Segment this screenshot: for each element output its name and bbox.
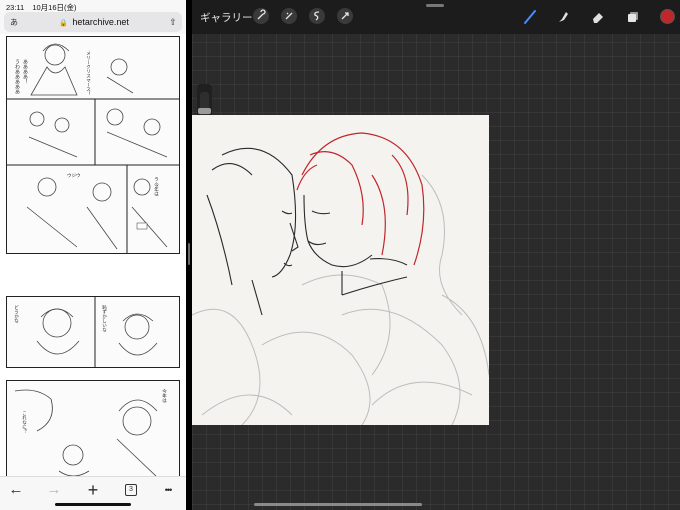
wrench-icon[interactable]: [253, 8, 269, 24]
manga-page-3: これなに？ 今年は: [6, 380, 180, 476]
gallery-button[interactable]: ギャラリー: [200, 10, 253, 25]
status-bar: 23:11 10月16日(金): [0, 0, 186, 12]
color-picker-button[interactable]: [660, 9, 675, 24]
eraser-icon[interactable]: [590, 9, 606, 25]
status-time: 23:11: [6, 3, 25, 12]
multitask-grabber[interactable]: [426, 4, 444, 7]
selection-icon[interactable]: [309, 8, 325, 24]
flag-icon: [136, 222, 148, 230]
manga-page2-caption-1: どうかな: [14, 304, 20, 324]
status-date: 10月16日(金): [32, 3, 77, 12]
home-indicator-right: [254, 503, 422, 506]
manga-page-1: うわあああああ ああああ！ メリークリスマース！ ラ 今年は ウジウ: [6, 36, 180, 254]
new-tab-icon[interactable]: +: [83, 481, 103, 499]
layers-icon[interactable]: [625, 9, 641, 25]
manga-exclaim-1: うわあああああ: [14, 59, 20, 94]
url-label: hetarchive.net: [72, 17, 129, 27]
manga-page-2: どうかな 恥ずかしいな: [6, 296, 180, 368]
manga-sfx: ウジウ: [67, 172, 81, 178]
split-view-handle[interactable]: [188, 243, 190, 265]
sketch-artwork: [192, 132, 489, 425]
drawing-canvas[interactable]: [192, 115, 489, 425]
magic-wand-icon[interactable]: [281, 8, 297, 24]
safari-pane: 23:11 10月16日(金) あ 🔒 hetarchive.net ⇧ うわあ…: [0, 0, 186, 510]
manga-page-2-art: どうかな 恥ずかしいな: [14, 297, 158, 367]
brush-icon[interactable]: [522, 9, 538, 25]
web-content[interactable]: うわあああああ ああああ！ メリークリスマース！ ラ 今年は ウジウ どうかな …: [0, 34, 186, 476]
manga-page3-caption-1: これなに？: [22, 411, 28, 434]
more-icon[interactable]: •••: [158, 481, 178, 499]
lock-icon: 🔒: [59, 20, 68, 27]
procreate-pane: ギャラリー ↶: [192, 0, 680, 510]
url-text[interactable]: 🔒 hetarchive.net: [24, 17, 164, 27]
reader-icon[interactable]: あ: [4, 17, 24, 28]
manga-page3-caption-2: 今年は: [162, 388, 168, 404]
address-bar[interactable]: あ 🔒 hetarchive.net ⇧: [4, 12, 182, 32]
home-indicator-left: [55, 503, 131, 506]
back-icon[interactable]: ←: [6, 481, 26, 499]
share-icon[interactable]: ⇧: [164, 17, 182, 28]
manga-exclaim-2: ああああ！: [22, 59, 28, 84]
manga-page-3-art: これなに？ 今年は: [14, 388, 168, 476]
tabs-button[interactable]: 3: [125, 484, 137, 496]
procreate-top-bar: ギャラリー: [192, 0, 680, 34]
manga-page2-caption-2: 恥ずかしいな: [102, 304, 108, 333]
transform-arrow-icon[interactable]: [337, 8, 353, 24]
manga-caption-1: メリークリスマース！: [86, 51, 92, 96]
manga-page-1-art: うわあああああ ああああ！ メリークリスマース！ ラ 今年は ウジウ: [7, 43, 179, 253]
forward-icon[interactable]: →: [44, 481, 64, 499]
brush-size-thumb[interactable]: [198, 108, 211, 114]
manga-caption-2: ラ 今年は: [154, 177, 160, 198]
smudge-icon[interactable]: [555, 9, 571, 25]
